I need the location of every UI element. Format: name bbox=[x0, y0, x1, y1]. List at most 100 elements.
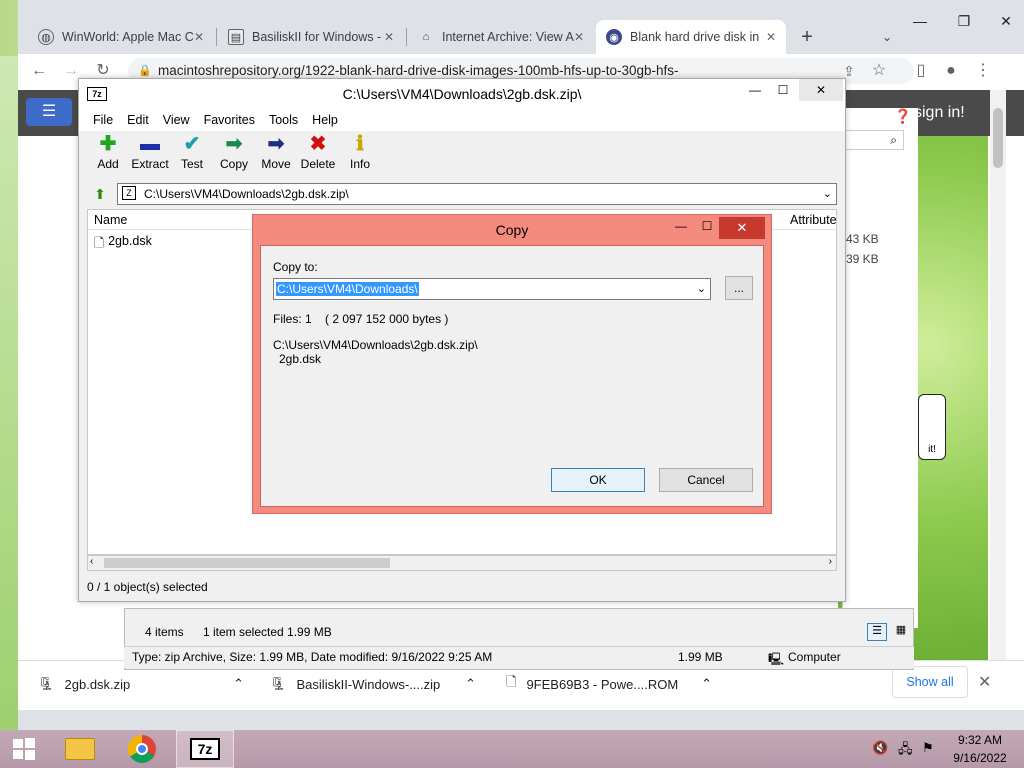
column-attributes[interactable]: Attribute bbox=[790, 210, 837, 230]
copy-button[interactable]: ➡ Copy bbox=[215, 131, 253, 179]
scroll-right-icon[interactable]: › bbox=[829, 556, 832, 567]
minimize-icon[interactable]: — bbox=[671, 219, 691, 233]
menu-tools[interactable]: Tools bbox=[269, 109, 298, 131]
close-tab-icon[interactable]: ✕ bbox=[194, 30, 204, 44]
notification-flag-icon[interactable]: ⚑ bbox=[922, 740, 934, 756]
clock-date[interactable]: 9/16/2022 bbox=[948, 751, 1012, 765]
cancel-button[interactable]: Cancel bbox=[659, 468, 753, 492]
download-name: 2gb.dsk.zip bbox=[64, 676, 131, 692]
close-downloads-icon[interactable]: ✕ bbox=[978, 672, 991, 692]
download-item[interactable]: 🗜 BasiliskII-Windows-....zip ⌃ bbox=[270, 672, 476, 696]
ok-button[interactable]: OK bbox=[551, 468, 645, 492]
menu-file[interactable]: File bbox=[93, 109, 113, 131]
maximize-icon[interactable]: ☐ bbox=[697, 219, 717, 233]
profile-icon[interactable]: ● bbox=[938, 58, 964, 84]
7zip-icon[interactable]: 7z bbox=[176, 730, 234, 768]
maximize-icon[interactable]: ❐ bbox=[942, 8, 986, 34]
file-explorer-icon[interactable] bbox=[56, 730, 104, 768]
tool-label: Add bbox=[97, 157, 119, 171]
close-icon[interactable]: ✕ bbox=[719, 217, 765, 239]
menu-view[interactable]: View bbox=[163, 109, 190, 131]
sign-in-link[interactable]: sign in! bbox=[914, 104, 965, 122]
close-icon[interactable]: ✕ bbox=[984, 8, 1024, 34]
tab-title: BasiliskII for Windows - bbox=[252, 30, 382, 44]
minimize-icon[interactable]: — bbox=[743, 83, 767, 97]
status-bar: 0 / 1 object(s) selected bbox=[87, 580, 208, 594]
large-icons-view-icon[interactable]: ▦ bbox=[891, 623, 911, 641]
dialog-body: Copy to: C:\Users\VM4\Downloads\ ⌄ ... F… bbox=[260, 245, 764, 507]
extract-button[interactable]: ▬ Extract bbox=[131, 131, 169, 179]
delete-button[interactable]: ✖ Delete bbox=[299, 131, 337, 179]
archive-icon: ⌂ bbox=[422, 31, 430, 43]
details-view-icon[interactable]: ☰ bbox=[867, 623, 887, 641]
tab-internet-archive[interactable]: ⌂ Internet Archive: View A ✕ bbox=[408, 20, 594, 54]
network-icon[interactable]: 🖧 bbox=[898, 740, 913, 762]
clock-time[interactable]: 9:32 AM bbox=[948, 733, 1012, 747]
add-button[interactable]: ✚ Add bbox=[89, 131, 127, 179]
bookmark-star-icon[interactable]: ☆ bbox=[866, 58, 892, 84]
column-name[interactable]: Name bbox=[94, 210, 127, 230]
menu-favorites[interactable]: Favorites bbox=[204, 109, 255, 131]
file-size-value: 43 KB bbox=[846, 232, 879, 246]
tool-label: Delete bbox=[300, 157, 336, 171]
chevron-down-icon[interactable]: ⌄ bbox=[823, 184, 832, 204]
destination-path: C:\Users\VM4\Downloads\ bbox=[276, 282, 419, 296]
volume-muted-icon[interactable]: 🔇 bbox=[872, 740, 888, 756]
move-icon: ➡ bbox=[267, 133, 285, 155]
tab-blank-hard-drive[interactable]: ◉ Blank hard drive disk in ✕ bbox=[596, 20, 786, 54]
page-scrollbar[interactable] bbox=[990, 90, 1006, 660]
close-tab-icon[interactable]: ✕ bbox=[574, 30, 584, 44]
tool-label: Extract bbox=[131, 157, 169, 171]
chevron-up-icon[interactable]: ⌃ bbox=[233, 676, 244, 692]
maximize-icon[interactable]: ☐ bbox=[771, 83, 795, 97]
list-item[interactable]: 🗋 2gb.dsk bbox=[94, 234, 152, 255]
back-icon[interactable]: ← bbox=[26, 58, 52, 84]
close-icon[interactable]: ✕ bbox=[799, 79, 843, 101]
tab-basilisk[interactable]: ▤ BasiliskII for Windows - ✕ bbox=[218, 20, 404, 54]
menu-icon[interactable]: ⋮ bbox=[970, 58, 996, 84]
chevron-down-icon[interactable]: ⌄ bbox=[697, 279, 706, 299]
extract-icon: ▬ bbox=[140, 133, 160, 155]
path-combobox[interactable]: Z C:\Users\VM4\Downloads\2gb.dsk.zip\ ⌄ bbox=[117, 183, 837, 205]
chevron-up-icon[interactable]: ⌃ bbox=[465, 676, 476, 692]
close-tab-icon[interactable]: ✕ bbox=[384, 30, 394, 44]
chevron-up-icon[interactable]: ⌃ bbox=[701, 676, 712, 692]
tab-winworld[interactable]: ◍ WinWorld: Apple Mac C ✕ bbox=[28, 20, 214, 54]
side-panel-icon[interactable]: ▯ bbox=[908, 58, 934, 84]
scroll-left-icon[interactable]: ‹ bbox=[90, 556, 93, 567]
download-name: BasiliskII-Windows-....zip bbox=[296, 676, 441, 692]
file-size-value: 39 KB bbox=[846, 252, 879, 266]
info-button[interactable]: ℹ Info bbox=[341, 131, 379, 179]
scroll-thumb[interactable] bbox=[993, 108, 1003, 168]
minimize-icon[interactable]: — bbox=[898, 8, 942, 34]
destination-combobox[interactable]: C:\Users\VM4\Downloads\ ⌄ bbox=[273, 278, 711, 300]
folder-up-icon[interactable]: ⬆ bbox=[91, 185, 109, 203]
tab-title: WinWorld: Apple Mac C bbox=[62, 30, 194, 44]
tab-search-icon[interactable]: ⌄ bbox=[874, 24, 900, 50]
tool-label: Info bbox=[349, 157, 370, 171]
horizontal-scrollbar[interactable]: ‹ › bbox=[87, 555, 837, 571]
close-tab-icon[interactable]: ✕ bbox=[766, 30, 776, 44]
menu-edit[interactable]: Edit bbox=[127, 109, 149, 131]
file-size: 1.99 MB bbox=[678, 650, 723, 664]
show-all-button[interactable]: Show all bbox=[892, 666, 968, 698]
menu-help[interactable]: Help bbox=[312, 109, 338, 131]
start-button[interactable] bbox=[0, 730, 48, 768]
move-button[interactable]: ➡ Move bbox=[257, 131, 295, 179]
help-icon[interactable]: ❓ bbox=[892, 108, 914, 126]
hamburger-menu-button[interactable]: ☰ bbox=[26, 98, 72, 126]
chrome-icon[interactable] bbox=[118, 730, 166, 768]
test-button[interactable]: ✔ Test bbox=[173, 131, 211, 179]
download-item[interactable]: 🗜 2gb.dsk.zip ⌃ bbox=[38, 672, 244, 696]
download-item[interactable]: 🗋 9FEB69B3 - Powe....ROM ⌃ bbox=[506, 672, 712, 696]
explorer-details-bar: Type: zip Archive, Size: 1.99 MB, Date m… bbox=[124, 646, 914, 668]
toolbar: ✚ Add ▬ Extract ✔ Test ➡ Copy ➡ Move ✖ Delete … bbox=[79, 131, 845, 179]
explorer-search-icon[interactable]: ⌕ bbox=[836, 130, 904, 150]
scroll-thumb[interactable] bbox=[104, 558, 390, 568]
source-file: 2gb.dsk bbox=[279, 352, 322, 366]
tab-strip: ◍ WinWorld: Apple Mac C ✕ ▤ BasiliskII f… bbox=[18, 0, 1024, 54]
new-tab-button[interactable]: + bbox=[794, 24, 820, 50]
browse-button[interactable]: ... bbox=[725, 276, 753, 300]
sevenzip-logo: 7z bbox=[87, 87, 107, 101]
computer-icon: 🖳 bbox=[768, 652, 785, 666]
